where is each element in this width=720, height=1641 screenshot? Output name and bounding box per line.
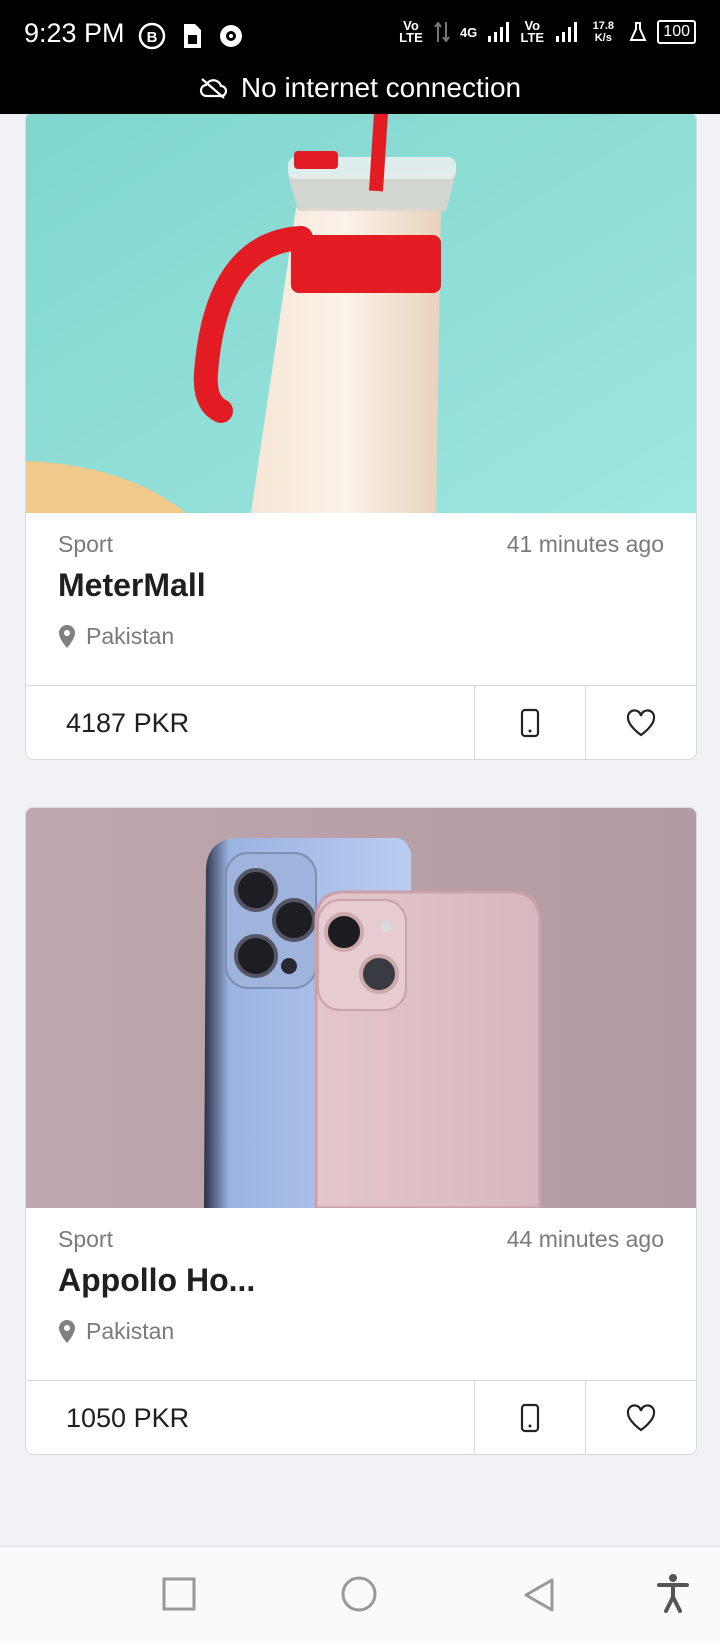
listing-title[interactable]: Appollo Ho... [58,1262,255,1299]
heart-icon [626,709,656,737]
cloud-off-icon [199,78,227,99]
listing-location: Pakistan [58,623,174,650]
listing-category: Sport [58,531,113,557]
listing-image-tumbler[interactable] [26,114,696,513]
signal-icon-2 [556,22,578,42]
listing-title[interactable]: MeterMall [58,567,206,604]
listing-footer: 4187 PKR [26,685,696,759]
status-notification-icons: B [138,22,244,50]
volte-label-2: Vo LTE [520,18,545,45]
network-4g-label: 4G [459,24,478,40]
listing-card[interactable]: Sport 41 minutes ago MeterMall Pakistan … [25,114,697,760]
triangle-back-icon [524,1578,554,1612]
favorite-button[interactable] [586,1381,696,1454]
b-badge-icon: B [138,22,166,50]
listing-category: Sport [58,1226,113,1252]
network-speed: 17.8 K/s [592,20,614,44]
listing-image-phones[interactable] [26,808,696,1208]
sim-card-icon [184,24,201,48]
lab-flask-icon [629,22,647,41]
listing-time: 44 minutes ago [506,1226,664,1252]
data-arrows-icon [434,21,450,43]
status-bar: 9:23 PM B Vo LTE 4G Vo LTE 17.8 K/s 100 … [0,0,720,114]
accessibility-icon [657,1574,689,1613]
back-button[interactable] [522,1577,556,1618]
volte-label-1: Vo LTE [399,18,423,45]
accessibility-button[interactable] [656,1573,690,1618]
listing-location-text: Pakistan [86,623,175,649]
location-pin-icon [59,1319,75,1343]
system-nav-bar [0,1546,720,1641]
listing-price: 1050 PKR [26,1381,475,1454]
svg-text:B: B [147,29,158,46]
listing-price: 4187 PKR [26,686,475,759]
status-time: 9:23 PM [24,18,125,48]
listing-time: 41 minutes ago [506,531,664,557]
status-system-icons: Vo LTE 4G Vo LTE 17.8 K/s 100 [398,18,696,45]
battery-level: 100 [657,20,696,44]
location-pin-icon [59,624,75,648]
call-button[interactable] [475,1381,586,1454]
listing-footer: 1050 PKR [26,1380,696,1454]
smartphone-icon [520,708,540,738]
listing-feed[interactable]: Sport 41 minutes ago MeterMall Pakistan … [0,114,720,1546]
media-icon [220,25,242,47]
call-button[interactable] [475,686,586,759]
offline-banner: No internet connection [0,72,720,104]
home-button[interactable] [340,1575,378,1618]
square-icon [162,1577,196,1611]
listing-location: Pakistan [58,1318,174,1345]
recent-apps-button[interactable] [162,1577,196,1616]
offline-text: No internet connection [240,72,522,103]
listing-location-text: Pakistan [86,1318,175,1344]
heart-icon [626,1404,656,1432]
smartphone-icon [520,1403,540,1433]
circle-icon [341,1576,377,1612]
signal-icon-1 [488,22,510,42]
favorite-button[interactable] [586,686,696,759]
listing-card[interactable]: Sport 44 minutes ago Appollo Ho... Pakis… [25,807,697,1455]
